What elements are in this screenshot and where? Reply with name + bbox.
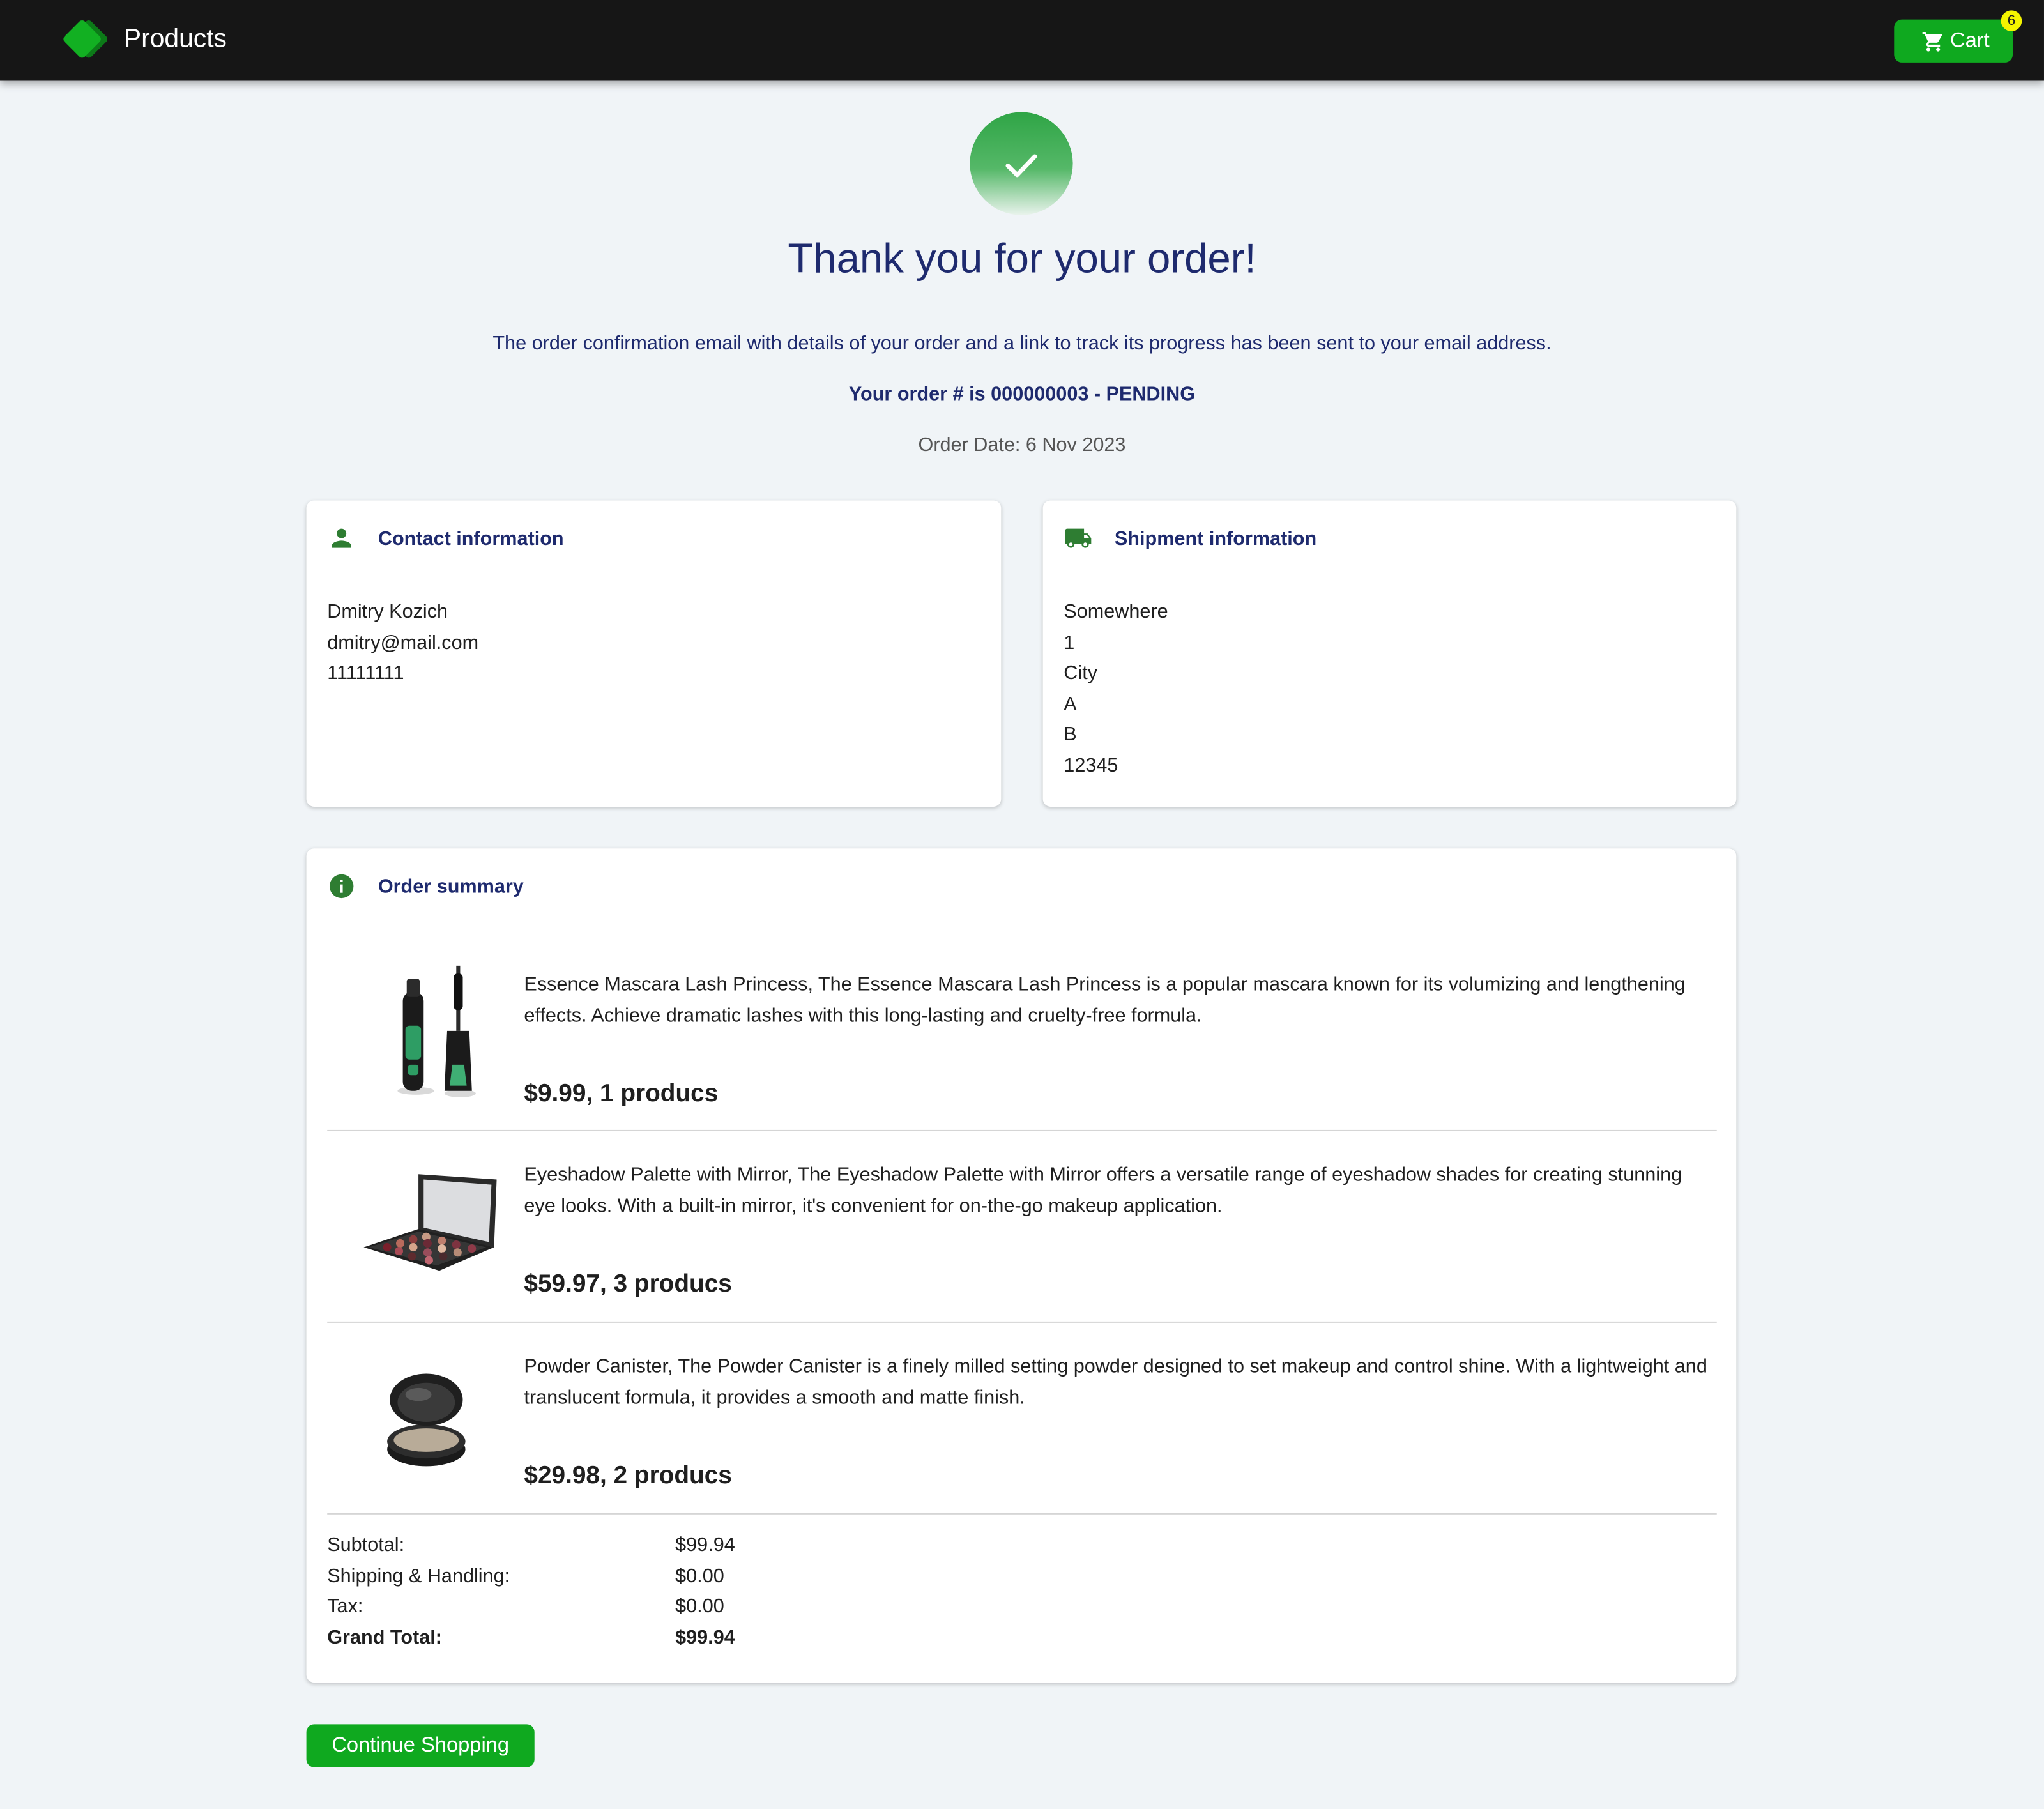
shipment-details: Somewhere 1 City A B 12345 [1064,597,1168,781]
contact-phone: 11111111 [327,662,404,685]
contact-info-card: Contact information Dmitry Kozich dmitry… [306,500,1002,807]
order-number: Your order # is 000000003 - PENDING [848,383,1196,406]
address-line: 1 [1064,631,1075,654]
shipment-card-header: Shipment information [1064,524,1316,553]
powder-canister-product-image [387,1373,466,1467]
contact-email: dmitry@mail.com [327,631,479,654]
eyeshadow-palette-product-image [363,1174,497,1271]
cart-label: Cart [1950,29,1990,52]
confirmation-message: The order confirmation email with detail… [492,332,1552,355]
truck-icon [1065,528,1092,548]
tax-row: Tax: $0.00 [327,1591,735,1622]
check-icon [1005,154,1037,178]
continue-shopping-button[interactable]: Continue Shopping [306,1724,535,1767]
cart-icon [1922,31,1942,51]
item-price: $9.99, 1 producs [524,1080,719,1108]
page-title: Thank you for your order! [788,234,1256,282]
order-date: Order Date: 6 Nov 2023 [918,434,1126,457]
address-line: City [1064,662,1098,685]
summary-card-title: Order summary [378,875,524,897]
tax-value: $0.00 [675,1595,724,1618]
address-line: A [1064,692,1077,715]
order-summary-card: Order summary Essence Mascara Lash Princ… [306,848,1737,1683]
shipment-info-card: Shipment information Somewhere 1 City A … [1042,500,1737,807]
subtotal-value: $99.94 [675,1534,735,1557]
order-item: Essence Mascara Lash Princess, The Essen… [327,947,1717,1131]
subtotal-row: Subtotal: $99.94 [327,1530,735,1561]
grand-total-label: Grand Total: [327,1626,442,1648]
item-price: $29.98, 2 producs [524,1462,732,1490]
shipping-row: Shipping & Handling: $0.00 [327,1561,735,1591]
cart-count-badge: 6 [2001,10,2022,31]
grand-total-row: Grand Total: $99.94 [327,1622,735,1653]
success-badge [970,112,1073,215]
tax-label: Tax: [327,1595,363,1618]
order-item: Powder Canister, The Powder Canister is … [327,1329,1717,1515]
item-description: Eyeshadow Palette with Mirror, The Eyesh… [524,1163,1682,1217]
info-icon [329,874,354,899]
contact-card-title: Contact information [378,527,564,549]
contact-name: Dmitry Kozich [327,600,448,623]
subtotal-label: Subtotal: [327,1534,405,1557]
top-navbar: Products Cart 6 [0,0,2044,81]
shipment-card-title: Shipment information [1114,527,1317,549]
order-totals: Subtotal: $99.94 Shipping & Handling: $0… [327,1530,735,1653]
contact-details: Dmitry Kozich dmitry@mail.com 11111111 [327,597,478,689]
mascara-product-image [397,965,476,1097]
item-description: Essence Mascara Lash Princess, The Essen… [524,973,1686,1027]
contact-card-header: Contact information [327,524,564,553]
item-description: Powder Canister, The Powder Canister is … [524,1355,1707,1408]
brand-title[interactable]: Products [124,25,227,55]
item-price: $59.97, 3 producs [524,1271,732,1299]
address-line: B [1064,723,1077,746]
person-icon [332,528,351,548]
order-item: Eyeshadow Palette with Mirror, The Eyesh… [327,1138,1717,1323]
grand-total-value: $99.94 [675,1626,735,1648]
logo-icon[interactable] [60,17,112,64]
page: Products Cart 6 Thank you for your order… [0,0,2044,1809]
address-line: 12345 [1064,754,1118,776]
summary-card-header: Order summary [327,872,524,901]
cart-button[interactable]: Cart [1894,19,2013,63]
shipping-label: Shipping & Handling: [327,1564,510,1587]
address-line: Somewhere [1064,600,1168,623]
shipping-value: $0.00 [675,1564,724,1587]
